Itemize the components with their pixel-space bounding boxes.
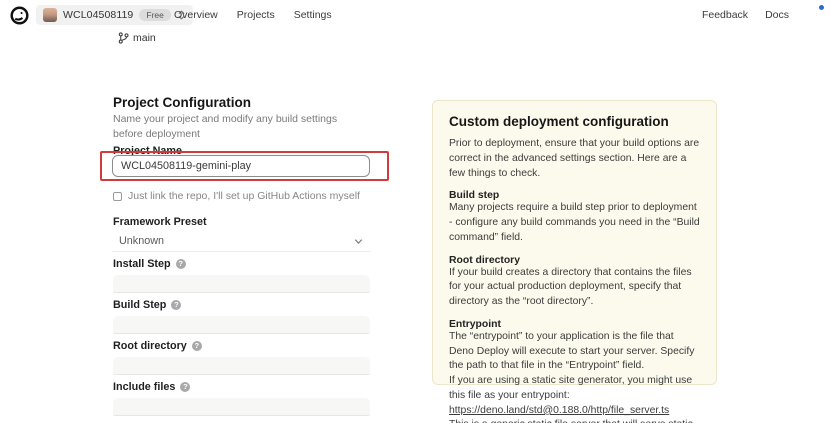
framework-preset-value: Unknown	[119, 235, 164, 247]
account-switcher[interactable]: WCL04508119 Free	[36, 5, 193, 25]
top-header: WCL04508119 Free Overview Projects Setti…	[0, 0, 831, 30]
git-branch-icon	[118, 32, 129, 44]
github-actions-checkbox-label: Just link the repo, I'll set up GitHub A…	[128, 190, 360, 202]
include-files-field: Include files ?	[113, 380, 371, 421]
checkbox-icon[interactable]	[113, 192, 122, 201]
build-step-label: Build Step	[113, 299, 166, 311]
branch-name: main	[133, 32, 156, 44]
nav-docs[interactable]: Docs	[765, 9, 789, 21]
build-step-input[interactable]	[113, 316, 370, 334]
framework-preset-label: Framework Preset	[113, 216, 207, 228]
root-directory-input[interactable]	[113, 357, 370, 375]
nav-overview[interactable]: Overview	[174, 9, 218, 21]
root-directory-body: If your build creates a directory that c…	[449, 266, 700, 310]
help-icon[interactable]: ?	[171, 300, 181, 310]
page-subtitle: Name your project and modify any build s…	[113, 112, 365, 142]
include-files-input[interactable]	[113, 398, 370, 416]
project-name-input[interactable]	[112, 155, 370, 177]
info-panel-title: Custom deployment configuration	[449, 114, 700, 129]
secondary-nav: Feedback Docs	[702, 0, 823, 30]
primary-nav: Overview Projects Settings	[174, 0, 332, 30]
framework-preset-select[interactable]: Unknown	[112, 231, 370, 252]
nav-settings[interactable]: Settings	[294, 9, 332, 21]
info-panel-intro: Prior to deployment, ensure that your bu…	[449, 137, 700, 181]
nav-projects[interactable]: Projects	[237, 9, 275, 21]
file-server-link[interactable]: https://deno.land/std@0.188.0/http/file_…	[449, 404, 700, 419]
page-title: Project Configuration	[113, 95, 251, 110]
github-actions-checkbox-row[interactable]: Just link the repo, I'll set up GitHub A…	[113, 190, 360, 202]
install-step-field: Install Step ?	[113, 257, 371, 298]
plan-badge: Free	[139, 9, 170, 22]
notification-dot	[818, 4, 825, 11]
deploy-project-config-page: WCL04508119 Free Overview Projects Setti…	[0, 0, 831, 423]
root-directory-heading: Root directory	[449, 255, 700, 266]
custom-deployment-info-panel: Custom deployment configuration Prior to…	[432, 100, 717, 385]
chevron-down-icon	[354, 237, 363, 246]
include-files-label: Include files	[113, 381, 175, 393]
entrypoint-para1: The “entrypoint” to your application is …	[449, 330, 700, 374]
help-icon[interactable]: ?	[192, 341, 202, 351]
help-icon[interactable]: ?	[180, 382, 190, 392]
root-directory-label: Root directory	[113, 340, 187, 352]
build-step-body: Many projects require a build step prior…	[449, 201, 700, 245]
account-avatar	[43, 8, 57, 22]
account-name: WCL04508119	[63, 9, 133, 21]
deno-logo-icon[interactable]	[10, 6, 29, 25]
root-directory-field: Root directory ?	[113, 339, 371, 380]
entrypoint-heading: Entrypoint	[449, 319, 700, 330]
entrypoint-para3: This is a generic static file server tha…	[449, 418, 700, 423]
install-step-label: Install Step	[113, 258, 171, 270]
build-step-field: Build Step ?	[113, 298, 371, 339]
build-step-heading: Build step	[449, 190, 700, 201]
help-icon[interactable]: ?	[176, 259, 186, 269]
branch-indicator[interactable]: main	[118, 30, 156, 45]
user-menu[interactable]	[806, 6, 823, 24]
install-step-input[interactable]	[113, 275, 370, 293]
nav-feedback[interactable]: Feedback	[702, 9, 748, 21]
entrypoint-para2: If you are using a static site generator…	[449, 374, 700, 404]
